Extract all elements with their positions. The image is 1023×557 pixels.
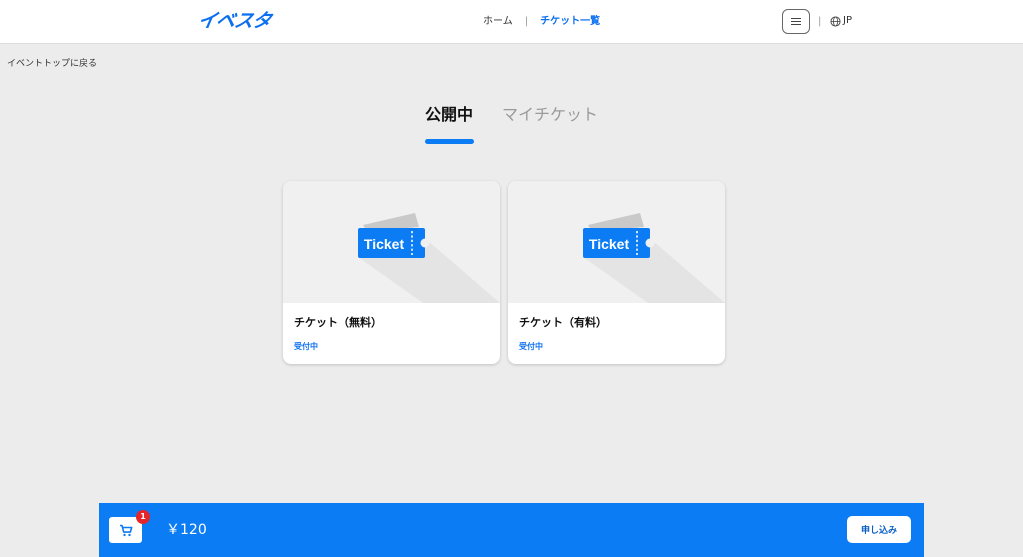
cart-bar: 1 ￥120 申し込み [99, 503, 924, 557]
logo[interactable]: イベスタ [196, 10, 272, 32]
cart-total-price: ￥120 [166, 522, 207, 538]
ticket-image: Ticket [283, 181, 500, 303]
nav-tickets-link[interactable]: チケット一覧 [540, 15, 600, 29]
lang-separator: | [818, 16, 822, 27]
tab-public[interactable]: 公開中 [425, 104, 473, 126]
back-to-event-link[interactable]: イベントトップに戻る [7, 58, 97, 70]
ticket-tabs: 公開中 マイチケット [0, 104, 1023, 148]
ticket-image-label: Ticket [364, 236, 405, 252]
cart-count-badge: 1 [136, 510, 150, 524]
ticket-status: 受付中 [294, 342, 318, 351]
active-tab-indicator [425, 139, 474, 144]
hamburger-icon [791, 18, 801, 25]
ticket-title: チケット（無料） [294, 316, 382, 329]
nav-separator: | [524, 16, 529, 27]
header: イベスタ ホーム | チケット一覧 | JP [0, 0, 1023, 44]
cart-icon [119, 524, 132, 536]
ticket-image: Ticket [508, 181, 725, 303]
language-label: JP [843, 15, 852, 26]
main-nav: ホーム | チケット一覧 [483, 15, 600, 29]
ticket-status: 受付中 [519, 342, 543, 351]
menu-button[interactable] [782, 9, 810, 34]
language-selector[interactable]: JP [830, 14, 852, 28]
ticket-image-label: Ticket [589, 236, 630, 252]
ticket-card[interactable]: Ticket チケット（有料） 受付中 [508, 181, 725, 364]
ticket-title: チケット（有料） [519, 316, 607, 329]
tab-my-tickets[interactable]: マイチケット [502, 104, 598, 126]
globe-icon [830, 15, 841, 27]
ticket-card[interactable]: Ticket チケット（無料） 受付中 [283, 181, 500, 364]
nav-home-link[interactable]: ホーム [483, 15, 513, 29]
apply-button[interactable]: 申し込み [847, 516, 911, 543]
